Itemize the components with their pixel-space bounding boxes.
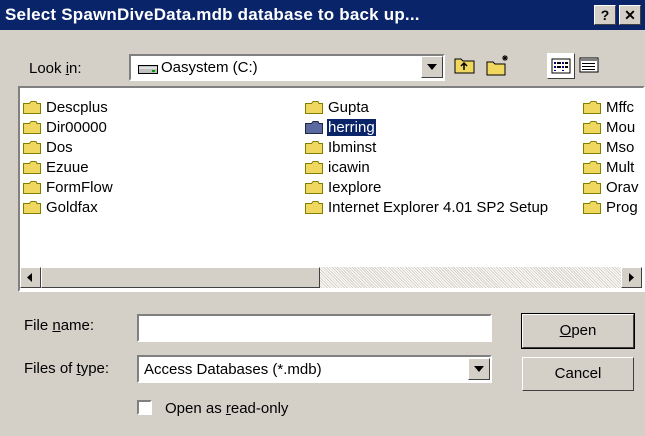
up-one-level-icon bbox=[454, 58, 475, 74]
list-view-icon bbox=[551, 58, 571, 74]
folder-icon bbox=[23, 181, 41, 194]
help-button[interactable]: ? bbox=[594, 5, 616, 25]
open-button-label: pen bbox=[571, 322, 597, 339]
file-name: Dos bbox=[46, 139, 73, 156]
open-button[interactable]: Open bbox=[521, 313, 635, 349]
open-button-accel: O bbox=[559, 322, 572, 339]
file-dialog: Select SpawnDiveData.mdb database to bac… bbox=[0, 0, 645, 436]
folder-icon bbox=[583, 121, 601, 134]
file-name: Internet Explorer 4.01 SP2 Setup bbox=[328, 199, 549, 216]
arrow-right-icon bbox=[629, 273, 634, 282]
folder-icon bbox=[23, 121, 41, 134]
new-folder-icon bbox=[486, 55, 508, 76]
file-name-label-pre: File bbox=[24, 317, 53, 334]
file-name-input[interactable] bbox=[137, 314, 492, 342]
file-name: Orav bbox=[606, 179, 639, 196]
file-type-value: Access Databases (*.mdb) bbox=[144, 361, 322, 378]
file-name: Gupta bbox=[328, 99, 369, 116]
file-name: herring bbox=[326, 118, 377, 137]
scroll-left-button[interactable] bbox=[20, 267, 41, 288]
file-name: Goldfax bbox=[46, 199, 98, 216]
list-view-button[interactable] bbox=[547, 53, 575, 79]
scroll-right-button[interactable] bbox=[621, 267, 642, 288]
look-in-combo[interactable]: Oasystem (C:) bbox=[129, 54, 445, 81]
new-folder-button[interactable] bbox=[485, 53, 513, 79]
folder-icon bbox=[305, 141, 323, 154]
folder-icon bbox=[305, 201, 323, 214]
look-in-label: Look in: bbox=[29, 60, 82, 77]
arrow-left-icon bbox=[27, 273, 32, 282]
file-name: FormFlow bbox=[46, 179, 113, 196]
read-only-checkbox[interactable] bbox=[137, 400, 152, 415]
file-name: Mult bbox=[606, 159, 635, 176]
file-type-label-post: ype: bbox=[80, 360, 110, 377]
scrollbar-thumb[interactable] bbox=[41, 267, 320, 288]
file-name: Mffc bbox=[606, 99, 635, 116]
file-list[interactable]: Descplus Dir00000 Dos Ezuue FormFlow Gol… bbox=[20, 88, 642, 288]
folder-icon bbox=[305, 101, 323, 114]
file-name: Ibminst bbox=[328, 139, 377, 156]
file-type-dropdown-button[interactable] bbox=[468, 358, 490, 380]
read-only-label-pre: Open as bbox=[165, 400, 226, 417]
cancel-button[interactable]: Cancel bbox=[522, 357, 634, 391]
folder-icon bbox=[23, 101, 41, 114]
read-only-label[interactable]: Open as read-only bbox=[165, 400, 288, 417]
folder-icon bbox=[583, 201, 601, 214]
folder-icon bbox=[23, 161, 41, 174]
file-name: Mou bbox=[606, 119, 636, 136]
window-title: Select SpawnDiveData.mdb database to bac… bbox=[5, 5, 420, 24]
file-type-label: Files of type: bbox=[24, 360, 109, 377]
read-only-label-post: ead-only bbox=[230, 400, 289, 417]
file-name: Mso bbox=[606, 139, 635, 156]
drive-icon bbox=[138, 65, 158, 74]
folder-icon bbox=[583, 181, 601, 194]
file-name: Dir00000 bbox=[46, 119, 107, 136]
folder-icon bbox=[305, 181, 323, 194]
folder-icon bbox=[583, 141, 601, 154]
details-view-icon bbox=[579, 57, 599, 73]
folder-icon bbox=[305, 161, 323, 174]
look-in-value: Oasystem (C:) bbox=[161, 59, 258, 76]
look-in-label-pre: Look bbox=[29, 60, 66, 77]
file-type-combo[interactable]: Access Databases (*.mdb) bbox=[137, 355, 492, 383]
file-name-label: File name: bbox=[24, 317, 94, 334]
horizontal-scrollbar[interactable] bbox=[20, 267, 642, 288]
folder-icon bbox=[23, 141, 41, 154]
folder-icon bbox=[23, 201, 41, 214]
file-type-label-pre: Files of bbox=[24, 360, 77, 377]
folder-icon bbox=[583, 161, 601, 174]
look-in-dropdown-button[interactable] bbox=[421, 56, 443, 78]
details-view-button[interactable] bbox=[576, 53, 604, 79]
file-name-label-post: ame: bbox=[60, 317, 95, 334]
folder-icon bbox=[305, 121, 323, 134]
title-bar: Select SpawnDiveData.mdb database to bac… bbox=[0, 0, 645, 30]
up-one-level-button[interactable] bbox=[452, 53, 480, 79]
file-name: Descplus bbox=[46, 99, 108, 116]
file-name: icawin bbox=[328, 159, 370, 176]
file-name: Prog bbox=[606, 199, 638, 216]
file-name: Iexplore bbox=[328, 179, 382, 196]
file-name-label-accel: n bbox=[52, 317, 61, 334]
close-button[interactable]: ✕ bbox=[619, 5, 641, 25]
look-in-label-post: n: bbox=[69, 60, 82, 77]
file-name: Ezuue bbox=[46, 159, 89, 176]
folder-icon bbox=[583, 101, 601, 114]
